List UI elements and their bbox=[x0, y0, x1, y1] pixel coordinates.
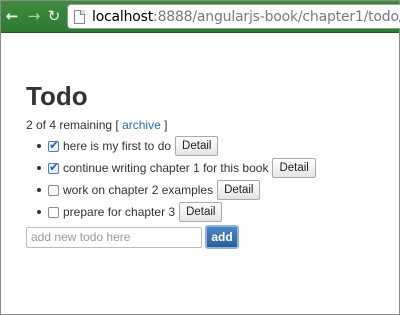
reload-icon[interactable]: ↻ bbox=[45, 7, 63, 25]
back-arrow-icon[interactable]: ← bbox=[3, 7, 21, 25]
todo-checkbox[interactable] bbox=[48, 206, 59, 218]
todo-checkbox[interactable] bbox=[48, 160, 59, 174]
detail-button[interactable]: Detail bbox=[179, 202, 223, 222]
add-todo-form: add bbox=[26, 225, 386, 249]
todo-text: here is my first to do bbox=[63, 139, 172, 153]
remaining-status: 2 of 4 remaining [ archive ] bbox=[26, 117, 386, 133]
url-path: :8888/angularjs-book/chapter1/todo/ bbox=[153, 9, 400, 25]
archive-link[interactable]: archive bbox=[122, 118, 161, 132]
todo-item: work on chapter 2 examples Detail bbox=[37, 179, 386, 201]
url-text[interactable]: localhost:8888/angularjs-book/chapter1/t… bbox=[92, 9, 400, 25]
todo-text: continue writing chapter 1 for this book bbox=[63, 161, 269, 175]
forward-arrow-icon[interactable]: → bbox=[25, 7, 43, 25]
todo-checkbox[interactable] bbox=[48, 184, 59, 196]
browser-toolbar: ← → ↻ localhost:8888/angularjs-book/chap… bbox=[1, 1, 400, 33]
remaining-text: 2 of 4 remaining [ bbox=[26, 118, 119, 132]
todo-text: prepare for chapter 3 bbox=[63, 205, 176, 219]
bullet-icon bbox=[37, 166, 41, 170]
bullet-icon bbox=[37, 210, 41, 214]
todo-checkbox[interactable] bbox=[48, 138, 59, 152]
page-icon bbox=[74, 10, 85, 24]
todo-item: here is my first to do Detail bbox=[37, 135, 386, 157]
address-bar[interactable]: localhost:8888/angularjs-book/chapter1/t… bbox=[67, 4, 400, 29]
todo-app: Todo 2 of 4 remaining [ archive ] here i… bbox=[26, 81, 386, 249]
detail-button[interactable]: Detail bbox=[272, 158, 316, 178]
bullet-icon bbox=[37, 188, 41, 192]
url-host: localhost bbox=[92, 9, 154, 25]
todo-list: here is my first to do Detail continue w… bbox=[26, 135, 386, 223]
bracket-close: ] bbox=[164, 118, 168, 132]
detail-button[interactable]: Detail bbox=[175, 136, 219, 156]
add-button[interactable]: add bbox=[205, 225, 239, 249]
new-todo-input[interactable] bbox=[26, 226, 202, 248]
todo-item: continue writing chapter 1 for this book… bbox=[37, 157, 386, 179]
bullet-icon bbox=[37, 144, 41, 148]
todo-text: work on chapter 2 examples bbox=[63, 183, 214, 197]
page-title: Todo bbox=[26, 81, 88, 111]
detail-button[interactable]: Detail bbox=[217, 180, 261, 200]
todo-item: prepare for chapter 3 Detail bbox=[37, 201, 386, 223]
